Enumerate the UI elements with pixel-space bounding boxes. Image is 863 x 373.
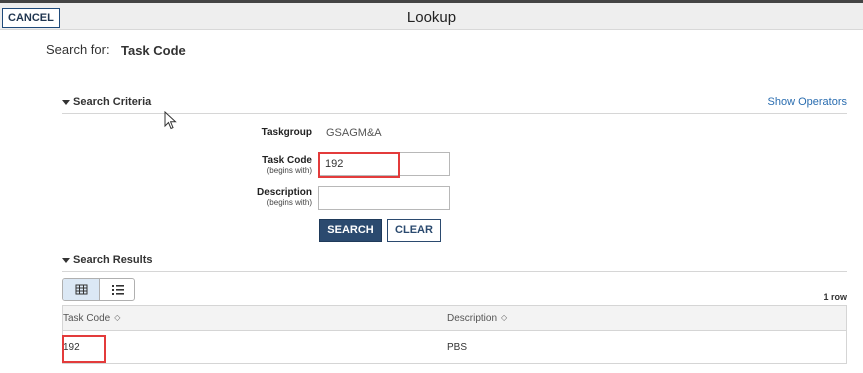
search-criteria-label: Search Criteria bbox=[73, 96, 152, 108]
title-bar: CANCEL Lookup bbox=[0, 0, 863, 30]
search-button[interactable]: SEARCH bbox=[319, 219, 382, 242]
caret-down-icon bbox=[62, 100, 70, 105]
task-code-highlight bbox=[318, 152, 400, 178]
dialog-title: Lookup bbox=[406, 9, 457, 26]
search-criteria-header[interactable]: Search Criteria Show Operators bbox=[62, 96, 847, 114]
table-header-row: Task Code ◇ Description ◇ bbox=[62, 305, 847, 331]
task-code-sublabel: (begins with) bbox=[266, 166, 312, 175]
view-toggle bbox=[62, 278, 135, 301]
description-label: Description (begins with) bbox=[212, 187, 312, 207]
taskgroup-label: Taskgroup bbox=[261, 127, 312, 138]
search-results-label: Search Results bbox=[73, 254, 153, 266]
column-header-description[interactable]: Description ◇ bbox=[447, 313, 507, 324]
list-icon bbox=[112, 285, 124, 295]
task-code-label: Task Code (begins with) bbox=[212, 155, 312, 175]
column-header-task-code-label: Task Code bbox=[63, 313, 111, 324]
description-sublabel: (begins with) bbox=[266, 198, 312, 207]
task-code-label-text: Task Code bbox=[262, 155, 312, 166]
table-row[interactable]: 192 PBS bbox=[62, 331, 847, 364]
grid-view-button[interactable] bbox=[63, 279, 100, 300]
taskgroup-value: GSAGM&A bbox=[326, 127, 382, 139]
task-code-result-highlight bbox=[62, 335, 106, 363]
show-operators-link[interactable]: Show Operators bbox=[768, 96, 847, 108]
search-results-header[interactable]: Search Results bbox=[62, 254, 847, 272]
caret-down-icon bbox=[62, 258, 70, 263]
mouse-cursor-icon bbox=[164, 111, 177, 130]
description-cell[interactable]: PBS bbox=[447, 342, 467, 353]
column-header-description-label: Description bbox=[447, 313, 498, 324]
clear-button[interactable]: CLEAR bbox=[387, 219, 441, 242]
description-input[interactable] bbox=[318, 186, 450, 210]
sort-icon: ◇ bbox=[114, 313, 121, 322]
list-view-button[interactable] bbox=[100, 279, 134, 300]
column-header-task-code[interactable]: Task Code ◇ bbox=[63, 313, 120, 324]
grid-icon bbox=[75, 284, 88, 295]
description-label-text: Description bbox=[256, 187, 312, 198]
search-for-value: Task Code bbox=[121, 43, 186, 58]
row-count: 1 row bbox=[823, 292, 847, 302]
sort-icon: ◇ bbox=[501, 313, 508, 322]
search-for-label: Search for: bbox=[46, 42, 110, 57]
